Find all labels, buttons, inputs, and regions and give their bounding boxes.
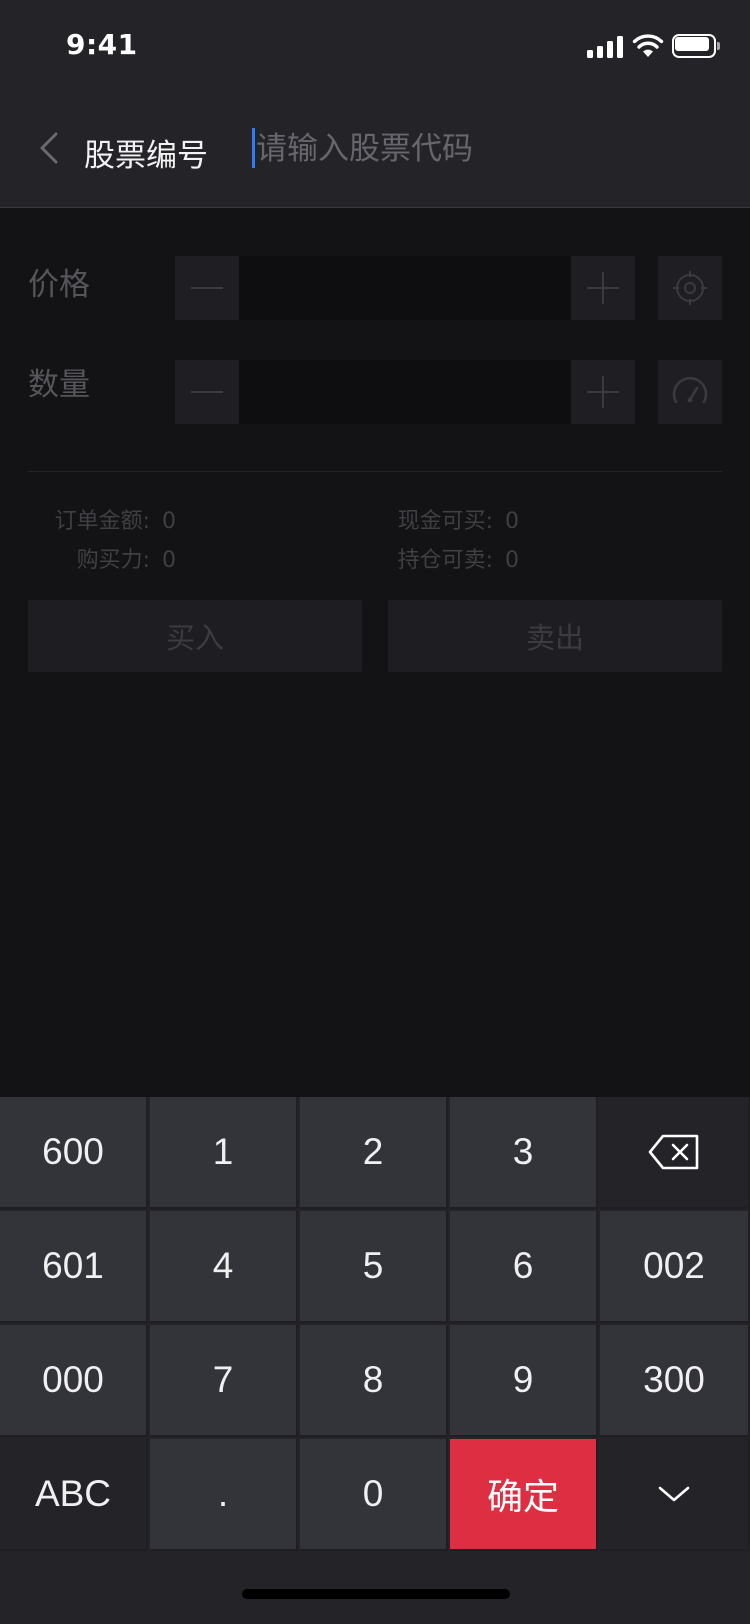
- key-1[interactable]: 1: [150, 1097, 298, 1209]
- key-3[interactable]: 3: [450, 1097, 598, 1209]
- key-002[interactable]: 002: [600, 1211, 750, 1323]
- text-caret: [252, 128, 255, 168]
- buying-power-label: 购买力:: [76, 548, 150, 573]
- status-bar: 9:41: [0, 0, 750, 90]
- key-4[interactable]: 4: [150, 1211, 298, 1323]
- buying-power-value: 0: [162, 548, 176, 573]
- target-icon: [673, 271, 707, 305]
- backspace-icon: [648, 1134, 699, 1170]
- cash-buyable-label: 现金可买:: [397, 509, 493, 534]
- order-amount: 订单金额: 0: [28, 503, 176, 535]
- key-0[interactable]: 0: [300, 1439, 448, 1551]
- price-stepper: [175, 256, 635, 320]
- key-601[interactable]: 601: [0, 1211, 148, 1323]
- minus-icon: [191, 287, 223, 289]
- wifi-icon: [632, 34, 664, 57]
- position-sellable: 持仓可卖: 0: [388, 542, 519, 574]
- order-form: 价格 数量 订单金额: 0 购买力: 0 现金可买: 0 持仓可卖: 0 买入 …: [0, 209, 750, 1097]
- position-sellable-value: 0: [505, 548, 519, 573]
- stock-code-keyboard: 600 1 2 3 601 4 5 6 002 000 7 8 9 300 AB…: [0, 1097, 750, 1624]
- key-8[interactable]: 8: [300, 1325, 448, 1437]
- buying-power: 购买力: 0: [28, 542, 176, 574]
- stock-code-label: 股票编号: [84, 138, 208, 174]
- minus-icon: [191, 391, 223, 393]
- key-300[interactable]: 300: [600, 1325, 750, 1437]
- quantity-max-button[interactable]: [658, 360, 722, 424]
- position-sellable-label: 持仓可卖:: [397, 548, 493, 573]
- home-indicator: [242, 1589, 510, 1599]
- confirm-key[interactable]: 确定: [450, 1439, 598, 1551]
- key-5[interactable]: 5: [300, 1211, 448, 1323]
- buy-button[interactable]: 买入: [28, 600, 362, 672]
- cash-buyable-value: 0: [505, 509, 519, 534]
- key-6[interactable]: 6: [450, 1211, 598, 1323]
- quantity-increment-button[interactable]: [571, 360, 635, 424]
- speedometer-icon: [672, 377, 708, 404]
- hide-keyboard-key[interactable]: [600, 1439, 750, 1551]
- chevron-down-icon: [658, 1486, 690, 1502]
- key-2[interactable]: 2: [300, 1097, 448, 1209]
- back-chevron-icon[interactable]: [36, 128, 62, 168]
- divider: [28, 471, 722, 472]
- order-amount-value: 0: [162, 509, 176, 534]
- price-increment-button[interactable]: [571, 256, 635, 320]
- status-time: 9:41: [66, 28, 138, 61]
- key-9[interactable]: 9: [450, 1325, 598, 1437]
- battery-icon: [672, 34, 720, 58]
- quantity-decrement-button[interactable]: [175, 360, 239, 424]
- key-dot[interactable]: .: [150, 1439, 298, 1551]
- key-000[interactable]: 000: [0, 1325, 148, 1437]
- cellular-signal-icon: [587, 34, 623, 58]
- cash-buyable: 现金可买: 0: [388, 503, 519, 535]
- abc-key[interactable]: ABC: [0, 1439, 148, 1551]
- key-7[interactable]: 7: [150, 1325, 298, 1437]
- quantity-label: 数量: [28, 367, 90, 403]
- backspace-key[interactable]: [600, 1097, 750, 1209]
- price-label: 价格: [28, 267, 90, 303]
- price-decrement-button[interactable]: [175, 256, 239, 320]
- stock-code-input[interactable]: [256, 122, 696, 176]
- sell-button[interactable]: 卖出: [388, 600, 722, 672]
- key-600[interactable]: 600: [0, 1097, 148, 1209]
- nav-bar: 股票编号: [0, 90, 750, 208]
- quantity-stepper: [175, 360, 635, 424]
- price-target-button[interactable]: [658, 256, 722, 320]
- order-amount-label: 订单金额:: [54, 509, 150, 534]
